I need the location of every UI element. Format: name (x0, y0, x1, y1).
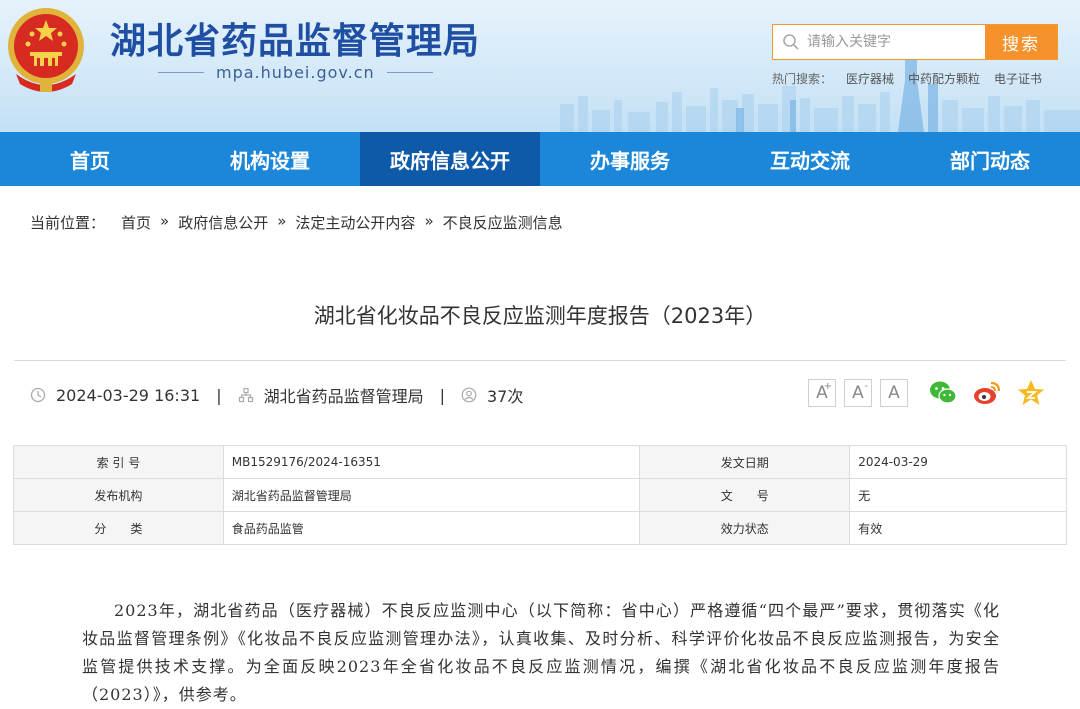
font-size-controls: A + A - A (808, 379, 916, 407)
organization-icon (238, 387, 253, 403)
breadcrumb-item[interactable]: 首页 (121, 212, 151, 233)
user-icon (461, 387, 477, 403)
article-meta: 2024-03-29 16:31 | 湖北省药品监督管理局 | 37次 (30, 383, 523, 407)
validity-label: 效力状态 (639, 511, 851, 545)
view-count: 37次 (486, 387, 524, 406)
validity-value: 有效 (849, 511, 1067, 545)
search-input[interactable] (773, 25, 985, 59)
meta-separator: | (439, 385, 445, 405)
search-bar: 搜索 (772, 24, 1058, 60)
index-value: MB1529176/2024-16351 (222, 445, 641, 479)
font-decrease-button[interactable]: A - (844, 379, 872, 407)
article-source: 湖北省药品监督管理局 (263, 387, 424, 406)
publisher-label: 发布机构 (13, 478, 224, 512)
nav-item-gov-info[interactable]: 政府信息公开 (360, 132, 540, 186)
document-info-table: 索 引 号 MB1529176/2024-16351 发文日期 2024-03-… (13, 445, 1067, 545)
hot-search-label: 热门搜索： (772, 72, 833, 86)
issue-date-value: 2024-03-29 (849, 445, 1067, 479)
nav-item-home[interactable]: 首页 (0, 132, 180, 186)
national-emblem-icon (8, 8, 84, 92)
nav-item-organization[interactable]: 机构设置 (180, 132, 360, 186)
breadcrumb-separator: » (277, 212, 287, 230)
nav-item-interaction[interactable]: 互动交流 (720, 132, 900, 186)
category-value: 食品药品监管 (222, 511, 641, 545)
breadcrumb: 当前位置： 首页 » 政府信息公开 » 法定主动公开内容 » 不良反应监测信息 (30, 212, 563, 233)
font-increase-button[interactable]: A + (808, 379, 836, 407)
article-title: 湖北省化妆品不良反应监测年度报告（2023年） (313, 304, 767, 328)
hot-search: 热门搜索： 医疗器械 中药配方颗粒 电子证书 (772, 70, 1056, 87)
breadcrumb-separator: » (424, 212, 434, 230)
wechat-icon[interactable] (928, 378, 958, 408)
publish-date: 2024-03-29 16:31 (56, 385, 201, 405)
hot-search-link[interactable]: 中药配方颗粒 (908, 70, 980, 87)
font-reset-button[interactable]: A (880, 379, 908, 407)
breadcrumb-lead: 当前位置： (30, 214, 106, 232)
site-domain: mpa.hubei.gov.cn (158, 62, 433, 82)
domain-text: mpa.hubei.gov.cn (216, 62, 375, 82)
share-buttons (928, 378, 1060, 408)
clock-icon (30, 387, 46, 403)
breadcrumb-item[interactable]: 法定主动公开内容 (295, 212, 415, 233)
document-number-value: 无 (849, 478, 1067, 512)
divider (14, 360, 1066, 361)
weibo-icon[interactable] (972, 378, 1002, 408)
site-header: 湖北省药品监督管理局 mpa.hubei.gov.cn 搜索 热门搜索： 医疗器… (0, 0, 1080, 132)
font-button-label: A (852, 383, 864, 403)
font-button-sup: + (823, 381, 832, 392)
table-row: 发布机构 湖北省药品监督管理局 文 号 无 (13, 478, 1067, 512)
hot-search-link[interactable]: 医疗器械 (846, 70, 894, 87)
breadcrumb-item[interactable]: 不良反应监测信息 (443, 212, 563, 233)
hot-search-link[interactable]: 电子证书 (994, 70, 1042, 87)
meta-separator: | (216, 385, 222, 405)
site-title[interactable]: 湖北省药品监督管理局 (110, 12, 480, 64)
divider (158, 71, 204, 73)
table-row: 分 类 食品药品监管 效力状态 有效 (13, 511, 1067, 545)
publisher-value: 湖北省药品监督管理局 (222, 478, 641, 512)
search-button[interactable]: 搜索 (985, 25, 1057, 59)
category-label: 分 类 (13, 511, 224, 545)
main-nav: 首页 机构设置 政府信息公开 办事服务 互动交流 部门动态 (0, 132, 1080, 186)
nav-item-services[interactable]: 办事服务 (540, 132, 720, 186)
index-label: 索 引 号 (13, 445, 224, 479)
breadcrumb-separator: » (160, 212, 170, 230)
divider (386, 71, 433, 73)
breadcrumb-item[interactable]: 政府信息公开 (178, 212, 268, 233)
nav-item-department-news[interactable]: 部门动态 (900, 132, 1080, 186)
font-button-label: A (888, 383, 900, 403)
article-body-paragraph: 2023年，湖北省药品（医疗器械）不良反应监测中心（以下简称：省中心）严格遵循“… (82, 601, 1000, 704)
issue-date-label: 发文日期 (639, 445, 851, 479)
search-icon (783, 34, 799, 50)
document-number-label: 文 号 (639, 478, 851, 512)
table-row: 索 引 号 MB1529176/2024-16351 发文日期 2024-03-… (13, 445, 1067, 479)
font-button-sup: - (864, 381, 868, 392)
qzone-icon[interactable] (1016, 378, 1046, 408)
